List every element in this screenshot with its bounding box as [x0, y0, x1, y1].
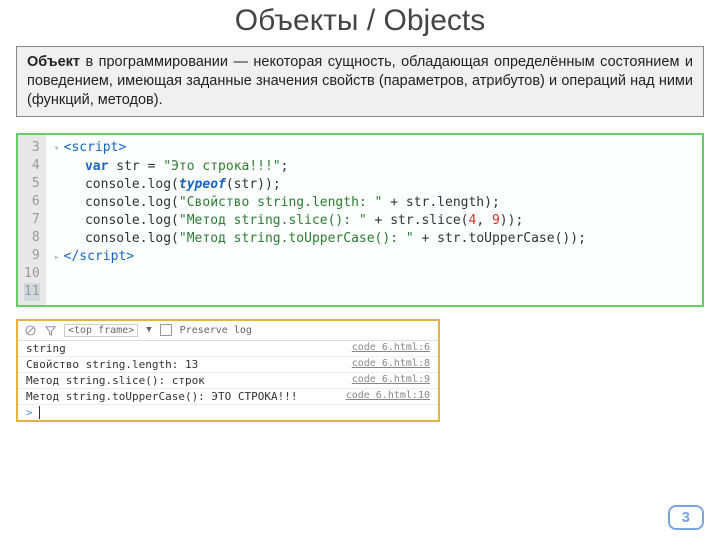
frame-select[interactable]: <top frame>: [64, 324, 138, 337]
code-body: ▾<script> var str = "Это строка!!!"; con…: [46, 135, 702, 305]
page-title: Объекты / Objects: [0, 0, 720, 46]
title-en-tail: s: [470, 4, 485, 37]
code-line: var str = "Это строка!!!";: [54, 158, 694, 176]
code-line: ▸</script>: [54, 248, 694, 267]
definition-text: в программировании — некоторая сущность,…: [27, 54, 693, 108]
code-line: console.log("Метод string.toUpperCase():…: [54, 230, 694, 248]
fold-icon: ▸: [54, 249, 64, 267]
frame-arrow[interactable]: ▼: [146, 325, 151, 335]
devtools-console: <top frame> ▼ Preserve log stringcode 6.…: [16, 319, 440, 422]
console-prompt[interactable]: >: [18, 405, 438, 420]
code-editor: 3 4 5 6 7 8 9 10 11 ▾<script> var str = …: [16, 133, 704, 307]
console-row: Свойство string.length: 13code 6.html:8: [18, 357, 438, 373]
source-link[interactable]: code 6.html:10: [346, 390, 430, 403]
preserve-label: Preserve log: [180, 325, 252, 336]
preserve-checkbox[interactable]: [160, 324, 172, 336]
page-number: 3: [668, 505, 704, 530]
source-link[interactable]: code 6.html:6: [352, 342, 430, 355]
definition-term: Объект: [27, 54, 80, 70]
fold-icon: ▾: [54, 140, 64, 158]
title-ru: Объекты: [235, 4, 359, 37]
title-en-bold: Object: [384, 4, 471, 37]
code-line: console.log("Метод string.slice(): " + s…: [54, 212, 694, 230]
code-line: console.log("Свойство string.length: " +…: [54, 194, 694, 212]
code-line: ▾<script>: [54, 139, 694, 158]
console-row: Метод string.toUpperCase(): ЭТО СТРОКА!!…: [18, 389, 438, 405]
filter-icon[interactable]: [44, 324, 56, 336]
source-link[interactable]: code 6.html:8: [352, 358, 430, 371]
console-row: Метод string.slice(): строкcode 6.html:9: [18, 373, 438, 389]
source-link[interactable]: code 6.html:9: [352, 374, 430, 387]
console-toolbar: <top frame> ▼ Preserve log: [18, 321, 438, 341]
code-line: console.log(typeof(str));: [54, 176, 694, 194]
clear-icon[interactable]: [24, 324, 36, 336]
line-gutter: 3 4 5 6 7 8 9 10 11: [18, 135, 46, 305]
console-row: stringcode 6.html:6: [18, 341, 438, 357]
definition-box: Объект в программировании — некоторая су…: [16, 46, 704, 117]
